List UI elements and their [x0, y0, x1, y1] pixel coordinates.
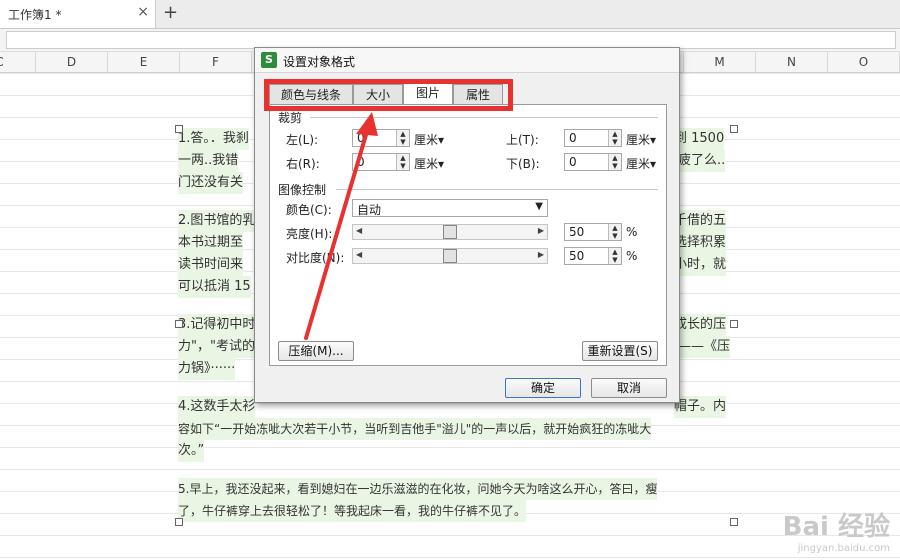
annotation-arrow-shaft: [304, 126, 370, 340]
annotation-arrow: [304, 112, 378, 340]
annotation-arrow-head: [356, 112, 378, 136]
watermark-brand: Bai 经验: [782, 512, 890, 542]
watermark-url: jingyan.baidu.com: [797, 543, 890, 554]
baidu-jingyan-watermark: Bai 经验 jingyan.baidu.com: [783, 506, 890, 554]
